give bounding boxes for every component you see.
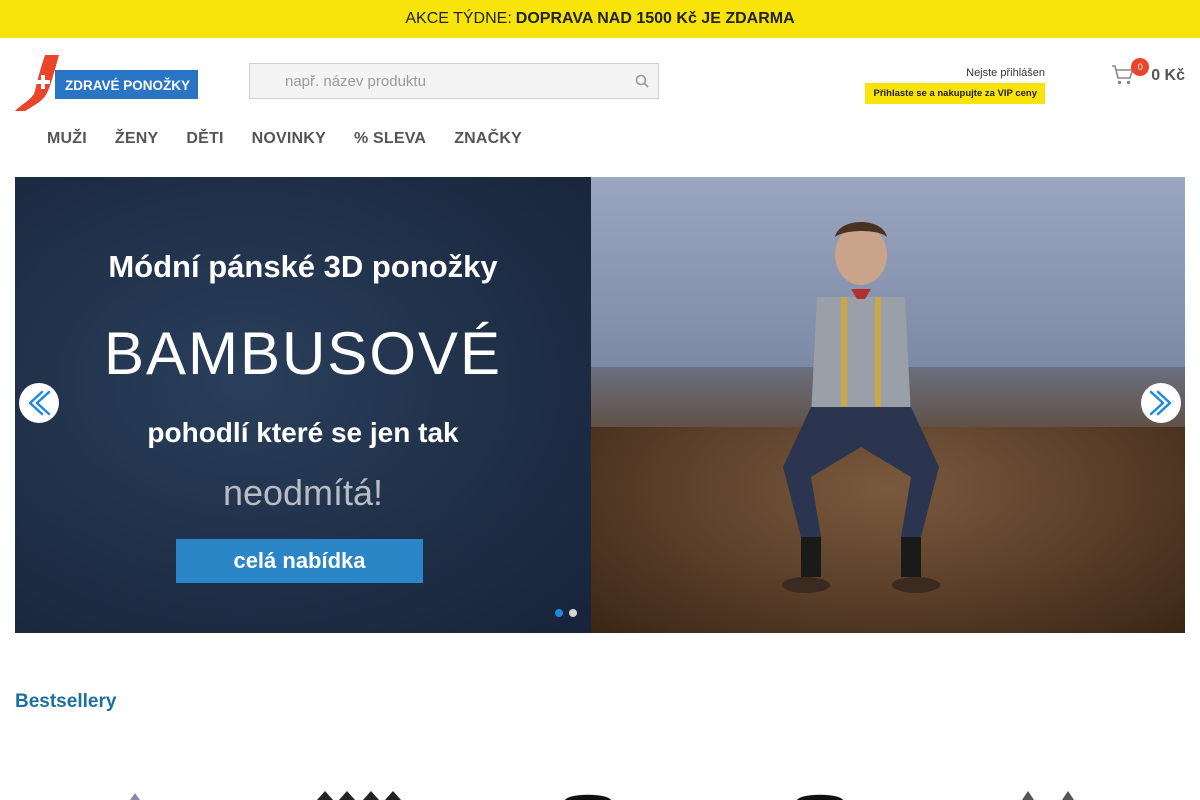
login-status: Nejste přihlášen [966, 67, 1045, 79]
bestsellers-title: Bestsellery [15, 691, 117, 712]
slider-next-button[interactable] [1141, 383, 1181, 423]
logo-icon: ZDRAVÉ PONOŽKY [15, 55, 198, 111]
banner-text-panel: Módní pánské 3D ponožky BAMBUSOVÉ pohodl… [15, 177, 591, 633]
slider-dots [555, 609, 577, 617]
nav-item-znacky[interactable]: ZNAČKY [454, 130, 522, 148]
search-button[interactable] [626, 64, 658, 98]
nav-item-muzi[interactable]: MUŽI [47, 130, 87, 148]
slider-dot-1[interactable] [555, 609, 563, 617]
banner-headline: Módní pánské 3D ponožky [108, 249, 498, 284]
nav-item-zeny[interactable]: ŽENY [115, 130, 158, 148]
banner-cta-button[interactable]: celá nabídka [176, 539, 423, 583]
logo[interactable]: ZDRAVÉ PONOŽKY [15, 53, 200, 113]
product-thumbnail[interactable] [1018, 785, 1078, 800]
banner-photo-model [782, 222, 940, 593]
header: ZDRAVÉ PONOŽKY Nejste přihlášen Přihlast… [0, 38, 1200, 118]
vip-login-button[interactable]: Přihlaste se a nakupujte za VIP ceny [865, 83, 1045, 104]
promo-prefix: AKCE TÝDNE: [405, 10, 512, 27]
search-icon [635, 74, 649, 88]
slider-dot-2[interactable] [569, 609, 577, 617]
hero-slider[interactable]: Módní pánské 3D ponožky BAMBUSOVÉ pohodl… [15, 177, 1185, 633]
cart-total[interactable]: 0 Kč [1151, 67, 1185, 85]
main-nav: MUŽI ŽENY DĚTI NOVINKY % SLEVA ZNAČKY [0, 118, 1200, 177]
account-area: Nejste přihlášen Přihlaste se a nakupujt… [865, 67, 1045, 104]
product-thumbnail[interactable] [563, 785, 613, 800]
banner-tagline: neodmítá! [222, 472, 384, 513]
nav-item-novinky[interactable]: NOVINKY [252, 130, 326, 148]
banner-title: BAMBUSOVÉ [103, 320, 503, 387]
chevron-right-icon [1149, 390, 1172, 416]
nav-item-deti[interactable]: DĚTI [186, 130, 223, 148]
nav-item-sleva[interactable]: % SLEVA [354, 130, 426, 148]
promo-highlight: DOPRAVA NAD 1500 Kč JE ZDARMA [515, 10, 795, 27]
bestsellers-product-row [15, 785, 1185, 800]
product-thumbnail[interactable] [795, 785, 845, 800]
product-thumbnail[interactable] [315, 785, 405, 800]
logo-text: ZDRAVÉ PONOŽKY [65, 78, 190, 93]
promo-bar: AKCE TÝDNE: DOPRAVA NAD 1500 Kč JE ZDARM… [0, 0, 1200, 38]
product-thumbnail[interactable] [120, 785, 150, 800]
search-box [249, 63, 659, 99]
banner-photo [591, 177, 1185, 633]
cart[interactable]: 0 0 Kč [1111, 58, 1185, 89]
search-input[interactable] [250, 64, 626, 98]
slider-prev-button[interactable] [19, 383, 59, 423]
chevron-left-icon [28, 390, 51, 416]
cart-count-badge: 0 [1131, 58, 1150, 76]
cart-icon[interactable]: 0 [1111, 58, 1150, 89]
banner-subline: pohodlí které se jen tak [147, 417, 459, 448]
